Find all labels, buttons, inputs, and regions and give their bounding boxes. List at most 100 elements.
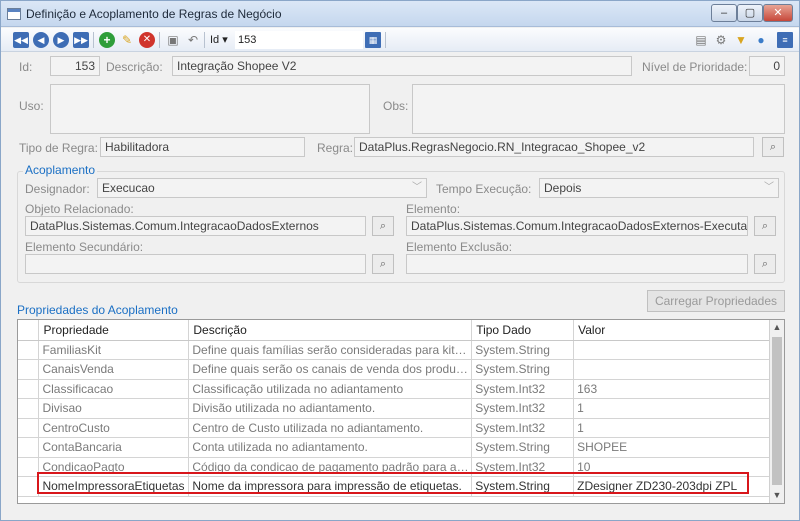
cell-propriedade: CanaisVenda bbox=[38, 359, 190, 380]
cell-tipo-dado: System.Int32 bbox=[471, 379, 575, 399]
title-bar: Definição e Acoplamento de Regras de Neg… bbox=[1, 1, 799, 27]
table-row[interactable]: FamiliasKit Define quais famílias serão c… bbox=[18, 340, 770, 360]
cell-valor[interactable]: SHOPEE bbox=[573, 437, 770, 458]
tempo-value: Depois bbox=[544, 181, 582, 195]
table-row[interactable]: ContaBancaria Conta utilizada no adiantam… bbox=[18, 437, 770, 458]
elemento-label: Elemento: bbox=[406, 202, 461, 216]
search-regra-icon[interactable]: ⌕ bbox=[762, 137, 784, 157]
close-button[interactable]: ✕ bbox=[763, 4, 793, 22]
chevron-down-icon: ﹀ bbox=[764, 182, 774, 193]
cell-descricao: Centro de Custo utilizada no adiantament… bbox=[188, 418, 473, 438]
last-icon[interactable]: ▶▶ bbox=[73, 32, 89, 48]
elemento-sec-label: Elemento Secundário: bbox=[25, 240, 144, 254]
cell-tipo-dado: System.String bbox=[471, 437, 575, 458]
window-icon bbox=[7, 8, 21, 20]
cell-tipo-dado: System.Int32 bbox=[471, 418, 575, 438]
regra-label: Regra: bbox=[317, 141, 354, 155]
designador-select[interactable]: Execucao ﹀ bbox=[97, 178, 427, 198]
elemento-exc-field[interactable] bbox=[406, 254, 748, 274]
search-objeto-icon[interactable]: ⌕ bbox=[372, 216, 394, 236]
menu-icon[interactable]: ≡ bbox=[777, 32, 793, 48]
cell-valor[interactable] bbox=[573, 359, 770, 380]
id-search-label[interactable]: Id ▾ bbox=[210, 33, 228, 46]
first-icon[interactable]: ◀◀ bbox=[13, 32, 29, 48]
table-row[interactable]: Classificacao Classificação utilizada no … bbox=[18, 379, 770, 399]
column-header-descricao[interactable]: Descrição bbox=[188, 320, 473, 341]
next-icon[interactable]: ▶ bbox=[53, 32, 69, 48]
uso-label: Uso: bbox=[19, 99, 44, 113]
carregar-propriedades-button[interactable]: Carregar Propriedades bbox=[647, 290, 785, 312]
edit-icon[interactable]: ✎ bbox=[119, 32, 135, 48]
obs-label: Obs: bbox=[383, 99, 409, 113]
regra-field[interactable]: DataPlus.RegrasNegocio.RN_Integracao_Sho… bbox=[354, 137, 754, 157]
cell-propriedade: Classificacao bbox=[38, 379, 190, 399]
save-icon[interactable]: ▣ bbox=[165, 32, 181, 48]
tempo-select[interactable]: Depois ﹀ bbox=[539, 178, 779, 198]
table-row[interactable]: Divisao Divisão utilizada no adiantamento… bbox=[18, 398, 770, 419]
objeto-field[interactable]: DataPlus.Sistemas.Comum.IntegracaoDadosE… bbox=[25, 216, 366, 236]
window-title: Definição e Acoplamento de Regras de Neg… bbox=[26, 7, 282, 21]
cell-propriedade: FamiliasKit bbox=[38, 340, 190, 360]
export-icon[interactable]: ▦ bbox=[365, 32, 381, 48]
scroll-thumb[interactable] bbox=[772, 337, 782, 485]
obs-field[interactable] bbox=[412, 84, 785, 134]
cell-tipo-dado: System.String bbox=[471, 340, 575, 360]
column-header-propriedade[interactable]: Propriedade bbox=[38, 320, 190, 341]
minimize-button[interactable]: – bbox=[711, 4, 737, 22]
cell-valor[interactable]: 1 bbox=[573, 418, 770, 438]
tipo-regra-field[interactable]: Habilitadora bbox=[100, 137, 305, 157]
elemento-sec-field[interactable] bbox=[25, 254, 366, 274]
filter-icon[interactable]: ▼ bbox=[733, 32, 749, 48]
cell-propriedade: ContaBancaria bbox=[38, 437, 190, 458]
cell-tipo-dado: System.String bbox=[471, 359, 575, 380]
id-field[interactable]: 153 bbox=[50, 56, 100, 76]
toolbar: ◀◀ ◀ ▶ ▶▶ + ✎ ✕ ▣ ↶ Id ▾ 153 ▦ ▤ ⚙ ▼ ● ≡ bbox=[1, 28, 799, 52]
delete-icon[interactable]: ✕ bbox=[139, 32, 155, 48]
descricao-field[interactable]: Integração Shopee V2 bbox=[172, 56, 632, 76]
column-header-valor[interactable]: Valor bbox=[573, 320, 770, 341]
cell-valor[interactable]: 163 bbox=[573, 379, 770, 399]
grid-header-row: Propriedade Descrição Tipo Dado Valor bbox=[18, 320, 770, 341]
cell-tipo-dado: System.Int32 bbox=[471, 398, 575, 419]
column-header-tipo-dado[interactable]: Tipo Dado bbox=[471, 320, 575, 341]
previous-icon[interactable]: ◀ bbox=[33, 32, 49, 48]
scroll-down-icon[interactable]: ▼ bbox=[770, 488, 784, 503]
cell-descricao: Divisão utilizada no adiantamento. bbox=[188, 398, 473, 419]
prioridade-label: Nível de Prioridade: bbox=[642, 60, 748, 74]
prioridade-field[interactable]: 0 bbox=[749, 56, 785, 76]
settings-icon[interactable]: ⚙ bbox=[713, 32, 729, 48]
designador-value: Execucao bbox=[102, 181, 155, 195]
maximize-button[interactable]: ▢ bbox=[737, 4, 763, 22]
designador-label: Designador: bbox=[25, 182, 90, 196]
tipo-regra-label: Tipo de Regra: bbox=[19, 141, 98, 155]
search-elemento-icon[interactable]: ⌕ bbox=[754, 216, 776, 236]
scroll-up-icon[interactable]: ▲ bbox=[770, 320, 784, 335]
cell-descricao: Define quais famílias serão consideradas… bbox=[188, 340, 473, 360]
descricao-label: Descrição: bbox=[106, 60, 163, 74]
add-icon[interactable]: + bbox=[99, 32, 115, 48]
chevron-down-icon: ﹀ bbox=[412, 182, 422, 193]
main-window: Definição e Acoplamento de Regras de Neg… bbox=[0, 0, 800, 521]
propriedades-title: Propriedades do Acoplamento bbox=[17, 303, 178, 317]
id-search-input[interactable]: 153 bbox=[235, 31, 363, 49]
grid-scrollbar[interactable]: ▲ ▼ bbox=[769, 320, 784, 503]
cell-propriedade: CentroCusto bbox=[38, 418, 190, 438]
search-elemento-exc-icon[interactable]: ⌕ bbox=[754, 254, 776, 274]
cell-valor[interactable]: 1 bbox=[573, 398, 770, 419]
print-icon[interactable]: ▤ bbox=[693, 32, 709, 48]
elemento-field[interactable]: DataPlus.Sistemas.Comum.IntegracaoDadosE… bbox=[406, 216, 748, 236]
row-highlight-box bbox=[37, 472, 749, 494]
table-row[interactable]: CentroCusto Centro de Custo utilizada no … bbox=[18, 418, 770, 438]
objeto-label: Objeto Relacionado: bbox=[25, 202, 134, 216]
search-elemento-sec-icon[interactable]: ⌕ bbox=[372, 254, 394, 274]
acoplamento-title: Acoplamento bbox=[23, 163, 98, 177]
uso-field[interactable] bbox=[50, 84, 370, 134]
table-row[interactable]: CanaisVenda Define quais serão os canais … bbox=[18, 359, 770, 380]
cell-propriedade: Divisao bbox=[38, 398, 190, 419]
undo-icon[interactable]: ↶ bbox=[185, 32, 201, 48]
cell-descricao: Classificação utilizada no adiantamento bbox=[188, 379, 473, 399]
cell-descricao: Define quais serão os canais de venda do… bbox=[188, 359, 473, 380]
user-icon[interactable]: ● bbox=[753, 32, 769, 48]
elemento-exc-label: Elemento Exclusão: bbox=[406, 240, 513, 254]
cell-valor[interactable] bbox=[573, 340, 770, 360]
